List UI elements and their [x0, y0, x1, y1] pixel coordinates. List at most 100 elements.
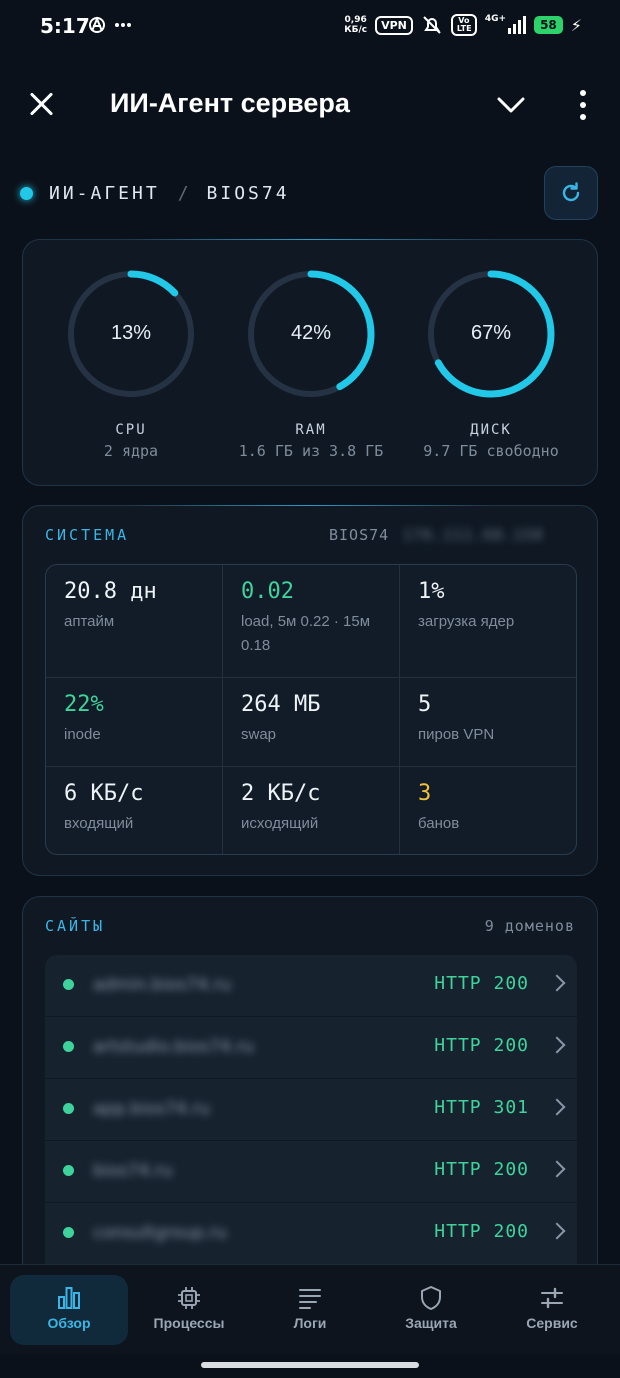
signal-icon: 4G+ [484, 14, 527, 34]
site-row[interactable]: consultgroup.ru HTTP 200 [45, 1203, 577, 1265]
battery-indicator: 58 [534, 16, 563, 34]
metric-label: исходящий [241, 815, 319, 832]
status-bar: 5:17 0,96 КБ/с VPN Vo LTE 4G+ 58 ⚡ [0, 0, 620, 56]
metric-label: аптайм [64, 613, 115, 630]
sites-count: 9 доменов [484, 917, 575, 935]
nav-logs[interactable]: Логи [251, 1275, 369, 1345]
chevron-right-icon [548, 1098, 566, 1116]
site-row[interactable]: bios74.ru HTTP 200 [45, 1141, 577, 1203]
metric-value: 1% [418, 579, 445, 604]
site-http-status: HTTP 200 [434, 973, 529, 994]
home-indicator[interactable] [201, 1362, 419, 1368]
status-right-icons: 0,96 КБ/с VPN Vo LTE 4G+ 58 ⚡ [344, 14, 582, 36]
metric-label: load, 5м 0.22 · 15м 0.18 [241, 613, 371, 654]
online-dot [20, 186, 33, 200]
system-host: BIOS74 [329, 526, 390, 544]
metric-load: 0.02 load, 5м 0.22 · 15м 0.18 [223, 565, 400, 678]
net-speed-unit: КБ/с [344, 25, 368, 35]
disk-percent: 67% [470, 322, 512, 344]
metric-value: 3 [418, 781, 432, 806]
shield-icon [421, 1286, 441, 1310]
chevron-down-icon[interactable] [494, 88, 528, 122]
status-time: 5:17 [40, 14, 90, 38]
bar-chart-icon [58, 1287, 80, 1309]
status-left-icons [88, 16, 132, 34]
nav-overview[interactable]: Обзор [10, 1275, 128, 1345]
ram-label: RAM [295, 422, 327, 438]
breadcrumb-separator: / [177, 182, 189, 204]
sliders-icon [541, 1287, 563, 1309]
metric-value: 2 КБ/с [241, 781, 321, 806]
site-row[interactable]: admin.bios74.ru HTTP 200 [45, 955, 577, 1017]
site-domain: bios74.ru [93, 1161, 173, 1181]
bell-muted-icon [423, 16, 441, 34]
status-dot [63, 1165, 74, 1176]
nav-label: Логи [293, 1315, 327, 1331]
disk-sub: 9.7 ГБ свободно [423, 442, 559, 460]
sites-list: admin.bios74.ru HTTP 200 artstudio.bios7… [45, 955, 577, 1265]
ram-sub: 1.6 ГБ из 3.8 ГБ [238, 442, 384, 460]
breadcrumb: ИИ-АГЕНТ / BIOS74 [20, 178, 290, 208]
nav-security[interactable]: Защита [372, 1275, 490, 1345]
breadcrumb-root[interactable]: ИИ-АГЕНТ [49, 183, 160, 204]
chip-icon [178, 1287, 200, 1309]
metric-vpn-peers: 5 пиров VPN [400, 678, 576, 767]
site-domain: app.bios74.ru [93, 1099, 210, 1119]
metric-outbound: 2 КБ/с исходящий [223, 767, 400, 854]
network-type: 4G+ [484, 14, 507, 24]
app-bar: ИИ-Агент сервера [0, 70, 620, 140]
metric-swap: 264 МБ swap [223, 678, 400, 767]
chevron-right-icon [548, 1036, 566, 1054]
metric-value: 6 КБ/с [64, 781, 144, 806]
site-row[interactable]: app.bios74.ru HTTP 301 [45, 1079, 577, 1141]
site-row[interactable]: artstudio.bios74.ru HTTP 200 [45, 1017, 577, 1079]
metric-core-load: 1% загрузка ядер [400, 565, 576, 678]
system-card: СИСТЕМА BIOS74 176.111.68.150 20.8 дн ап… [22, 505, 598, 876]
sites-section-label: САЙТЫ [45, 917, 106, 935]
metric-value: 20.8 дн [64, 579, 157, 604]
site-domain: artstudio.bios74.ru [93, 1037, 254, 1057]
system-metrics-grid: 20.8 дн аптайм 0.02 load, 5м 0.22 · 15м … [45, 564, 577, 855]
disk-label: ДИСК [470, 422, 512, 438]
metric-value: 0.02 [241, 579, 294, 604]
nav-label: Защита [405, 1315, 457, 1331]
site-http-status: HTTP 200 [434, 1159, 529, 1180]
site-domain: admin.bios74.ru [93, 975, 232, 995]
lines-icon [299, 1289, 321, 1309]
nav-processes[interactable]: Процессы [130, 1275, 248, 1345]
metric-value: 5 [418, 692, 432, 717]
metric-uptime: 20.8 дн аптайм [46, 565, 223, 678]
close-button[interactable] [28, 90, 56, 118]
metric-label: swap [241, 726, 277, 743]
page-title: ИИ-Агент сервера [110, 88, 350, 118]
sites-card: САЙТЫ 9 доменов admin.bios74.ru HTTP 200… [22, 896, 598, 1316]
refresh-icon [562, 182, 580, 202]
metric-inbound: 6 КБ/с входящий [46, 767, 223, 854]
more-dots-icon [115, 23, 131, 27]
site-http-status: HTTP 301 [434, 1097, 529, 1118]
cpu-sub: 2 ядра [103, 442, 159, 460]
charging-icon: ⚡ [570, 15, 582, 35]
vpn-badge: VPN [375, 15, 413, 35]
resource-gauges-card: 13% CPU 2 ядра 42% RAM 1.6 ГБ из 3.8 ГБ … [22, 239, 598, 486]
metric-value: 264 МБ [241, 692, 321, 717]
metric-value: 22% [64, 692, 104, 717]
cpu-percent: 13% [110, 322, 152, 344]
metric-label: входящий [64, 815, 134, 832]
status-dot [63, 979, 74, 990]
gauge-cpu: 13% CPU 2 ядра [41, 268, 221, 460]
chevron-right-icon [548, 974, 566, 992]
site-domain: consultgroup.ru [93, 1223, 228, 1243]
status-dot [63, 1041, 74, 1052]
metric-inode: 22% inode [46, 678, 223, 767]
nav-service[interactable]: Сервис [493, 1275, 611, 1345]
nav-label: Процессы [153, 1315, 225, 1331]
metric-label: inode [64, 726, 101, 743]
site-http-status: HTTP 200 [434, 1035, 529, 1056]
metric-label: пиров VPN [418, 726, 495, 743]
cpu-label: CPU [115, 422, 147, 438]
ram-percent: 42% [290, 322, 332, 344]
refresh-button[interactable] [544, 166, 598, 220]
more-vert-icon[interactable] [572, 88, 594, 122]
status-dot [63, 1103, 74, 1114]
